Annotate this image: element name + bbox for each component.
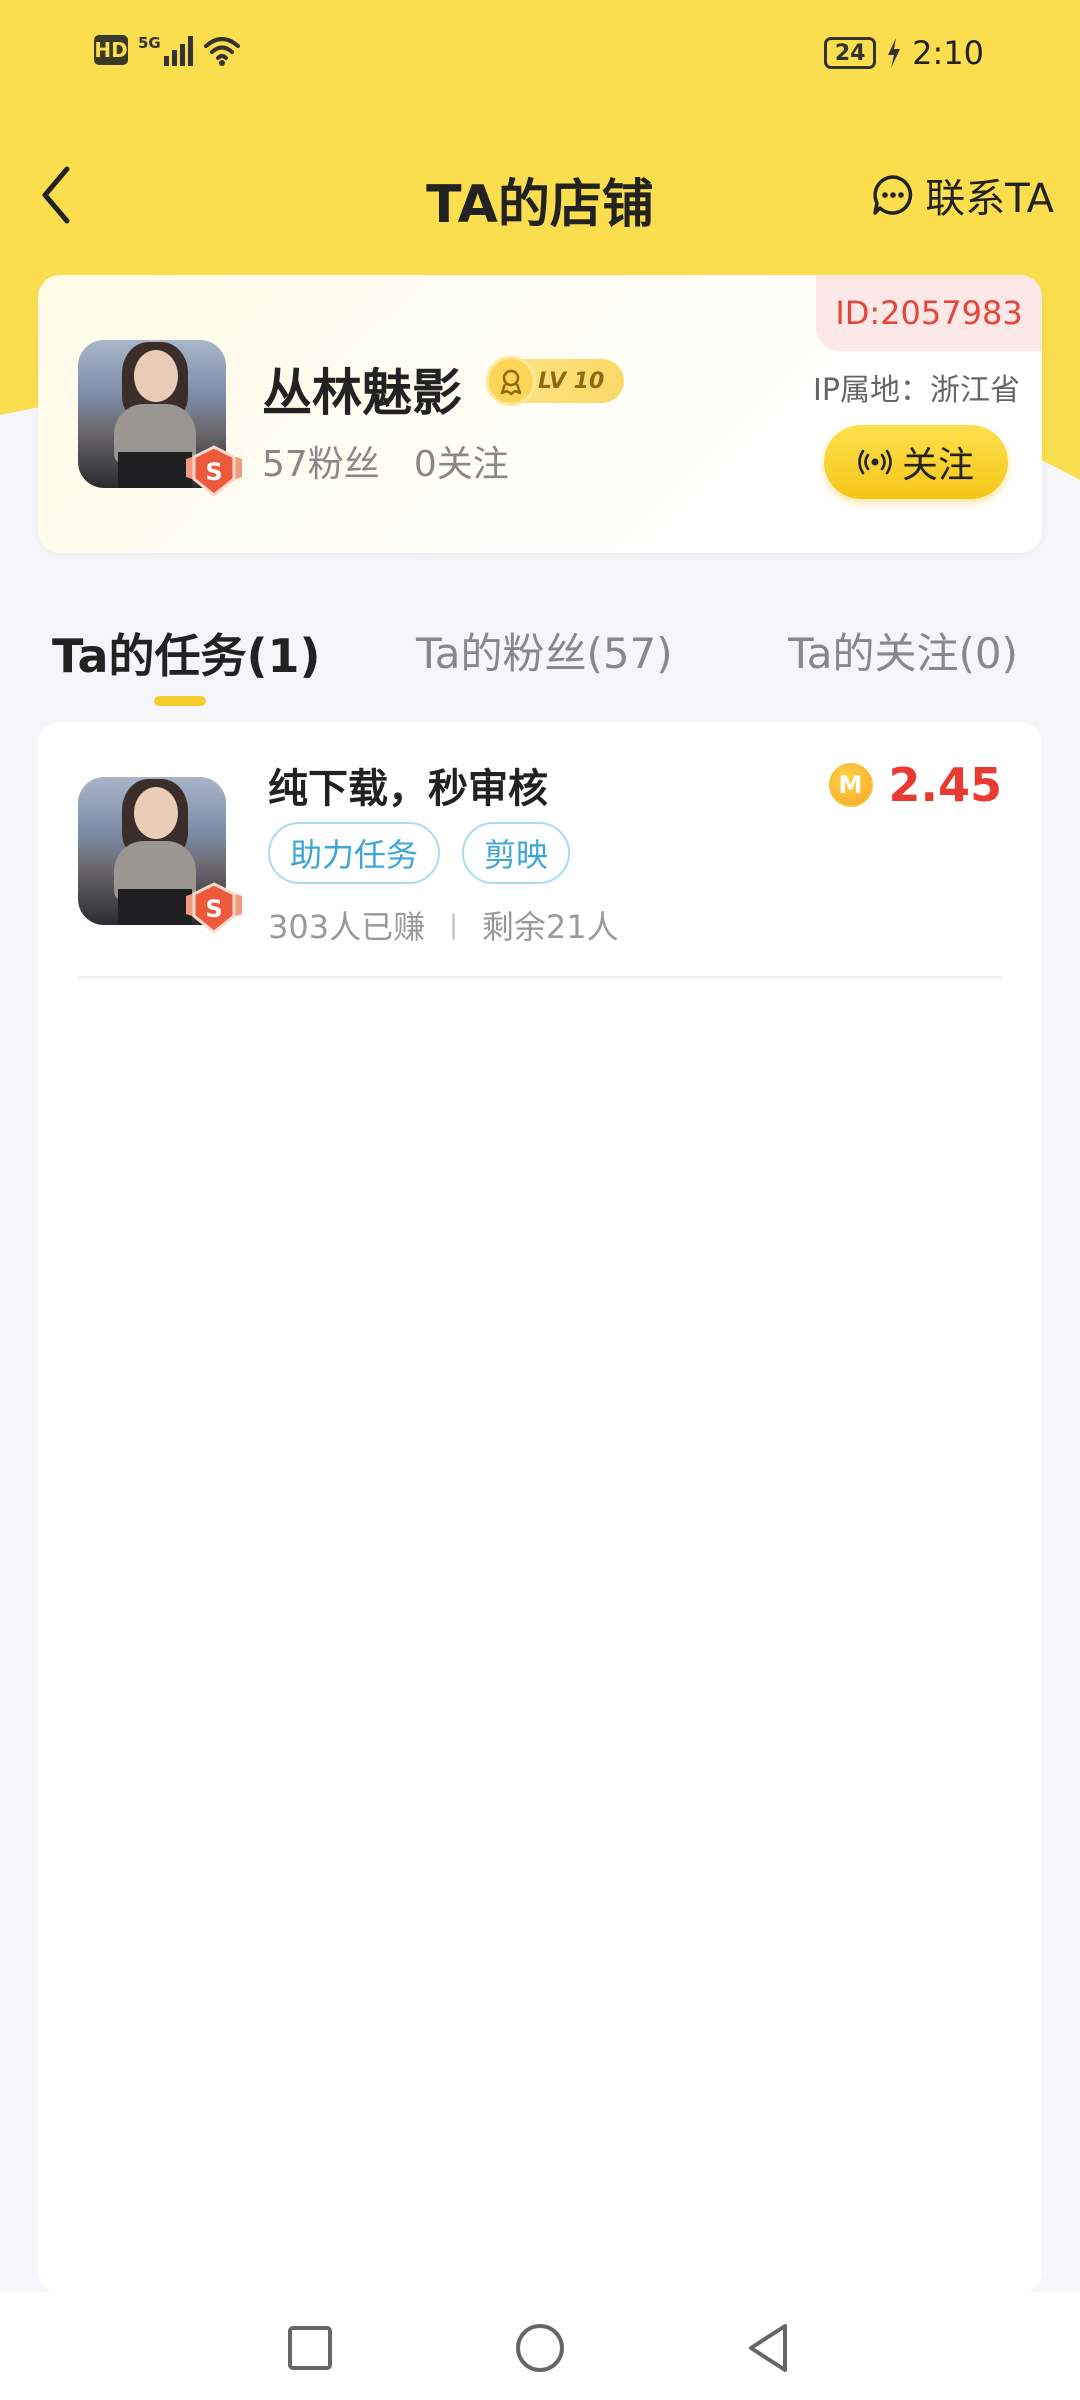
s-rank-badge-icon: S xyxy=(186,882,242,934)
circle-icon xyxy=(516,2324,564,2372)
task-title: 纯下载，秒审核 xyxy=(268,766,548,812)
broadcast-icon xyxy=(858,449,892,475)
profile-card: S 丛林魅影 LV 10 57粉丝 0关注 ID:2057983 IP属地：浙江… xyxy=(38,275,1042,553)
square-icon xyxy=(288,2326,332,2370)
s-rank-badge-icon: S xyxy=(186,445,242,497)
system-back-button[interactable] xyxy=(740,2320,796,2376)
coin-icon: M xyxy=(828,763,873,807)
status-left: HD 5G xyxy=(94,34,241,66)
recent-apps-button[interactable] xyxy=(282,2320,338,2376)
hd-badge: HD xyxy=(94,35,128,65)
follow-button[interactable]: 关注 xyxy=(824,425,1008,499)
system-nav-bar xyxy=(0,2292,1080,2400)
charging-icon xyxy=(888,38,901,68)
profile-stats: 57粉丝 0关注 xyxy=(262,435,509,487)
following-count: 0关注 xyxy=(413,444,509,485)
svg-text:S: S xyxy=(205,895,222,923)
remaining-count: 剩余21人 xyxy=(481,908,619,946)
tab-fans[interactable]: Ta的粉丝(57) xyxy=(416,620,673,681)
svg-text:S: S xyxy=(205,458,222,486)
tab-indicator xyxy=(154,696,206,706)
tab-bar: Ta的任务(1) Ta的粉丝(57) Ta的关注(0) xyxy=(0,620,1080,710)
level-label: LV 10 xyxy=(538,368,605,394)
triangle-back-icon xyxy=(749,2324,787,2372)
signal-icon: 5G xyxy=(138,34,193,66)
wifi-icon xyxy=(203,37,240,66)
task-reward: M 2.45 xyxy=(828,758,1003,812)
tab-following[interactable]: Ta的关注(0) xyxy=(788,620,1018,681)
task-tag: 剪映 xyxy=(462,822,571,884)
ip-location: IP属地：浙江省 xyxy=(813,373,1020,408)
task-tag: 助力任务 xyxy=(268,822,441,884)
network-label: 5G xyxy=(138,34,161,52)
contact-label: 联系TA xyxy=(925,176,1054,222)
battery-icon: 24 xyxy=(824,37,877,69)
earned-count: 303人已赚 xyxy=(268,908,426,946)
follow-label: 关注 xyxy=(901,445,974,486)
meta-separator: | xyxy=(449,910,458,940)
reward-amount: 2.45 xyxy=(888,758,1003,812)
status-bar: HD 5G 24 2:10 xyxy=(0,0,1080,110)
task-list: S 纯下载，秒审核 助力任务 剪映 303人已赚 | 剩余21人 M 2.45 xyxy=(38,722,1042,2292)
level-badge: LV 10 xyxy=(486,356,624,406)
contact-button[interactable]: 联系TA xyxy=(871,166,1054,224)
tab-tasks[interactable]: Ta的任务(1) xyxy=(52,620,321,686)
app-header: TA的店铺 联系TA xyxy=(0,150,1080,238)
chat-bubble-icon xyxy=(873,175,913,215)
fans-count: 57粉丝 xyxy=(262,444,380,485)
home-button[interactable] xyxy=(512,2320,568,2376)
task-meta: 303人已赚 | 剩余21人 xyxy=(268,902,619,948)
divider xyxy=(78,976,1002,978)
list-item[interactable]: S 纯下载，秒审核 助力任务 剪映 303人已赚 | 剩余21人 M 2.45 xyxy=(38,722,1042,978)
task-tags: 助力任务 剪映 xyxy=(268,822,571,884)
status-right: 24 2:10 xyxy=(824,34,984,72)
user-id-badge: ID:2057983 xyxy=(816,275,1042,351)
username: 丛林魅影 xyxy=(262,364,462,422)
medal-icon xyxy=(486,356,536,406)
clock: 2:10 xyxy=(912,34,984,72)
